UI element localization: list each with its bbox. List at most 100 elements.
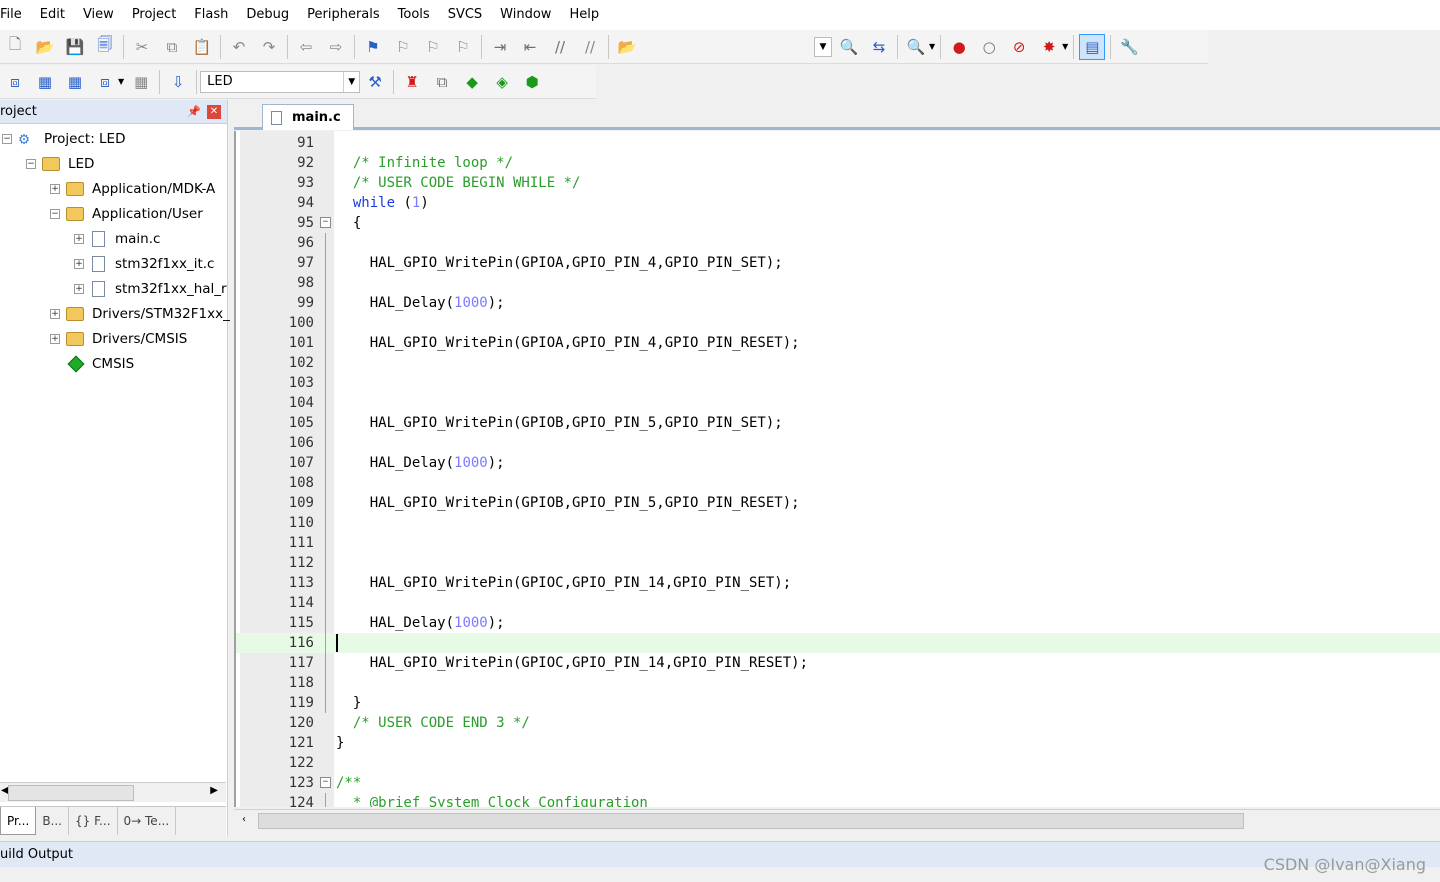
code-line[interactable]: 120 /* USER CODE END 3 */ xyxy=(236,713,1440,733)
code-line[interactable]: 110 xyxy=(236,513,1440,533)
scroll-right-arrow[interactable]: ▶ xyxy=(210,785,218,796)
paste-icon[interactable]: 📋 xyxy=(189,34,215,60)
code-line[interactable]: 113 HAL_GPIO_WritePin(GPIOC,GPIO_PIN_14,… xyxy=(236,573,1440,593)
scroll-thumb[interactable] xyxy=(8,785,134,801)
tree-item[interactable]: − Application/User xyxy=(50,202,203,226)
manage-project-items-icon[interactable]: ♜ xyxy=(399,69,425,95)
save-icon[interactable]: 💾 xyxy=(62,34,88,60)
code-line[interactable]: 107 HAL_Delay(1000); xyxy=(236,453,1440,473)
stm32cubemx-icon[interactable]: ⬢ xyxy=(519,69,545,95)
enable-breakpoint-icon[interactable]: ○ xyxy=(976,34,1002,60)
fold-collapse-icon[interactable]: − xyxy=(320,217,331,228)
tab-templates[interactable]: 0→ Te... xyxy=(118,807,177,835)
code-line[interactable]: 112 xyxy=(236,553,1440,573)
window-layout-icon[interactable]: ▤ xyxy=(1079,33,1106,60)
menu-tools[interactable]: Tools xyxy=(389,0,439,30)
debug-session-icon[interactable]: 🔍 xyxy=(903,34,929,60)
chevron-down-icon[interactable]: ▼ xyxy=(929,42,935,51)
code-line[interactable]: 109 HAL_GPIO_WritePin(GPIOB,GPIO_PIN_5,G… xyxy=(236,493,1440,513)
collapse-icon[interactable]: − xyxy=(50,209,60,219)
code-line[interactable]: 92 /* Infinite loop */ xyxy=(236,153,1440,173)
chevron-down-icon[interactable]: ▼ xyxy=(1062,42,1068,51)
code-line[interactable]: 94 while (1) xyxy=(236,193,1440,213)
configure-wrench-icon[interactable]: 🔧 xyxy=(1116,34,1142,60)
code-line[interactable]: 122 xyxy=(236,753,1440,773)
code-editor[interactable]: 91 92 /* Infinite loop */93 /* USER CODE … xyxy=(234,131,1440,807)
chevron-down-icon[interactable]: ▼ xyxy=(343,71,359,92)
project-horizontal-scrollbar[interactable]: ◀ ▶ xyxy=(0,782,226,802)
code-line[interactable]: 100 xyxy=(236,313,1440,333)
scroll-left-arrow[interactable]: ‹ xyxy=(242,814,246,825)
expand-icon[interactable]: + xyxy=(74,284,84,294)
collapse-icon[interactable]: − xyxy=(26,159,36,169)
unindent-icon[interactable]: ⇤ xyxy=(517,34,543,60)
tab-books[interactable]: B... xyxy=(36,807,69,835)
code-line[interactable]: 105 HAL_GPIO_WritePin(GPIOB,GPIO_PIN_5,G… xyxy=(236,413,1440,433)
expand-icon[interactable]: + xyxy=(74,259,84,269)
menu-peripherals[interactable]: Peripherals xyxy=(298,0,389,30)
expand-icon[interactable]: + xyxy=(50,309,60,319)
tab-main-c[interactable]: main.c xyxy=(262,104,354,130)
select-packs-icon[interactable]: ⧉ xyxy=(429,69,455,95)
collapse-icon[interactable]: − xyxy=(2,134,12,144)
tree-item[interactable]: + main.c xyxy=(74,227,160,251)
navigate-back-icon[interactable]: ⇦ xyxy=(293,34,319,60)
target-options-icon[interactable]: ⚒ xyxy=(362,69,388,95)
scroll-thumb[interactable] xyxy=(258,813,1244,829)
code-line[interactable]: 104 xyxy=(236,393,1440,413)
code-line[interactable]: 115 HAL_Delay(1000); xyxy=(236,613,1440,633)
fold-collapse-icon[interactable]: − xyxy=(320,777,331,788)
code-line[interactable]: 106 xyxy=(236,433,1440,453)
tab-functions[interactable]: {} F... xyxy=(69,807,118,835)
kill-breakpoints-icon[interactable]: ✸ xyxy=(1036,34,1062,60)
tree-item[interactable]: − ⚙ Project: LED xyxy=(2,127,125,151)
manage-run-time-environment-icon[interactable]: ◆ xyxy=(459,69,485,95)
code-line[interactable]: 97 HAL_GPIO_WritePin(GPIOA,GPIO_PIN_4,GP… xyxy=(236,253,1440,273)
comment-icon[interactable]: // xyxy=(547,34,573,60)
tree-item[interactable]: + stm32f1xx_hal_r xyxy=(74,277,227,301)
code-line[interactable]: 102 xyxy=(236,353,1440,373)
redo-icon[interactable]: ↷ xyxy=(256,34,282,60)
expand-icon[interactable]: + xyxy=(74,234,84,244)
menu-project[interactable]: Project xyxy=(123,0,185,30)
tree-item[interactable]: + Drivers/CMSIS xyxy=(50,327,187,351)
code-line[interactable]: 91 xyxy=(236,133,1440,153)
build-icon[interactable]: ▦ xyxy=(32,69,58,95)
code-line[interactable]: 117 HAL_GPIO_WritePin(GPIOC,GPIO_PIN_14,… xyxy=(236,653,1440,673)
target-select[interactable]: LED ▼ xyxy=(200,70,361,93)
cut-icon[interactable]: ✂ xyxy=(129,34,155,60)
menu-svcs[interactable]: SVCS xyxy=(439,0,491,30)
stop-build-icon[interactable]: ▦ xyxy=(128,69,154,95)
menu-debug[interactable]: Debug xyxy=(237,0,298,30)
code-line[interactable]: 108 xyxy=(236,473,1440,493)
tree-item[interactable]: − LED xyxy=(26,152,94,176)
disable-breakpoints-icon[interactable]: ⊘ xyxy=(1006,34,1032,60)
menu-edit[interactable]: Edit xyxy=(31,0,74,30)
tree-item[interactable]: CMSIS xyxy=(50,352,134,376)
undo-icon[interactable]: ↶ xyxy=(226,34,252,60)
insert-breakpoint-icon[interactable]: ● xyxy=(946,34,972,60)
code-line[interactable]: 121} xyxy=(236,733,1440,753)
tree-item[interactable]: + stm32f1xx_it.c xyxy=(74,252,214,276)
menu-help[interactable]: Help xyxy=(560,0,608,30)
pin-icon[interactable]: 📌 xyxy=(187,105,201,118)
code-line[interactable]: 98 xyxy=(236,273,1440,293)
bookmark-next-icon[interactable]: ⚐ xyxy=(420,34,446,60)
menu-view[interactable]: View xyxy=(74,0,123,30)
code-line[interactable]: 118 xyxy=(236,673,1440,693)
bookmark-clear-icon[interactable]: ⚐ xyxy=(450,34,476,60)
code-line[interactable]: 99 HAL_Delay(1000); xyxy=(236,293,1440,313)
code-line[interactable]: 124 * @brief System Clock Configuration xyxy=(236,793,1440,807)
tab-project[interactable]: Pr... xyxy=(0,807,37,835)
new-file-icon[interactable]: 🗋 xyxy=(2,34,28,60)
code-line[interactable]: 95− { xyxy=(236,213,1440,233)
code-line[interactable]: 123−/** xyxy=(236,773,1440,793)
menu-window[interactable]: Window xyxy=(491,0,560,30)
uncomment-icon[interactable]: // xyxy=(577,34,603,60)
bookmark-toggle-icon[interactable]: ⚑ xyxy=(360,34,386,60)
close-icon[interactable]: ✕ xyxy=(207,104,221,119)
find-combo-dropdown[interactable]: ▼ xyxy=(814,36,832,57)
code-line[interactable]: 111 xyxy=(236,533,1440,553)
bookmark-prev-icon[interactable]: ⚐ xyxy=(390,34,416,60)
save-all-icon[interactable]: 🗐 xyxy=(92,34,118,60)
